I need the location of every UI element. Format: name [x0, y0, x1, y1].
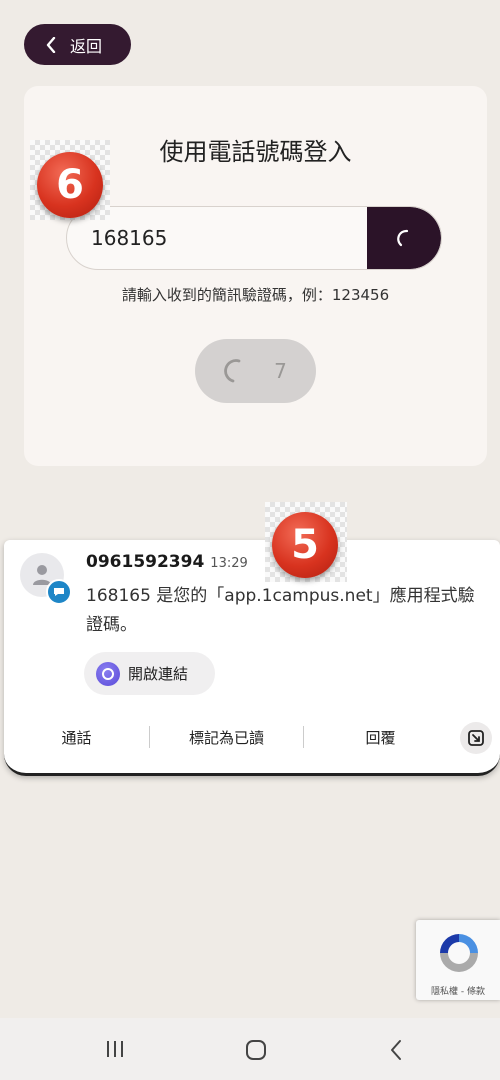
home-button[interactable] [244, 1038, 268, 1062]
internet-browser-icon [96, 661, 120, 686]
verification-code-value: 168165 [91, 226, 168, 250]
home-icon [246, 1040, 266, 1060]
open-link-label: 開啟連結 [128, 665, 189, 683]
recaptcha-links[interactable]: 隱私權 - 條款 [416, 984, 500, 997]
resend-countdown: 7 [274, 359, 287, 383]
back-label: 返回 [70, 36, 103, 56]
sender-number: 0961592394 [86, 552, 205, 572]
recent-apps-button[interactable] [104, 1038, 126, 1060]
submit-button[interactable] [367, 207, 441, 269]
code-hint: 請輸入收到的簡訊驗證碼，例：123456 [121, 286, 390, 304]
expand-button[interactable] [460, 722, 492, 754]
verification-code-input[interactable]: 168165 [66, 206, 442, 270]
recaptcha-badge[interactable]: 隱私權 - 條款 [416, 920, 500, 1000]
loading-spinner-icon [397, 229, 409, 247]
step-badge-6: 6 [37, 152, 103, 218]
resend-button[interactable]: 7 [195, 339, 316, 403]
notification-time: 13:29 [210, 556, 248, 571]
step-badge-5: 5 [272, 512, 338, 578]
back-icon [391, 1040, 401, 1060]
chevron-left-icon [46, 36, 56, 53]
expand-icon [468, 730, 484, 746]
recent-apps-icon [107, 1041, 123, 1057]
system-nav-bar [0, 1018, 500, 1080]
mark-as-read-button[interactable]: 標記為已讀 [150, 727, 303, 748]
notification-message: 168165 是您的「app.1campus.net」應用程式驗證碼。 [86, 586, 475, 635]
message-icon [46, 579, 72, 605]
avatar [20, 553, 72, 605]
loading-spinner-icon [224, 359, 241, 383]
recaptcha-icon [440, 934, 478, 972]
notification-actions: 通話 標記為已讀 回覆 [4, 714, 500, 760]
open-link-button[interactable]: 開啟連結 [84, 652, 215, 695]
sender: 0961592394 13:29 [86, 552, 248, 572]
back-button[interactable]: 返回 [24, 24, 131, 65]
call-button[interactable]: 通話 [4, 727, 149, 748]
reply-button[interactable]: 回覆 [304, 727, 457, 748]
sms-notification[interactable]: 0961592394 13:29 168165 是您的「app.1campus.n… [4, 540, 500, 776]
nav-back-button[interactable] [388, 1038, 404, 1062]
